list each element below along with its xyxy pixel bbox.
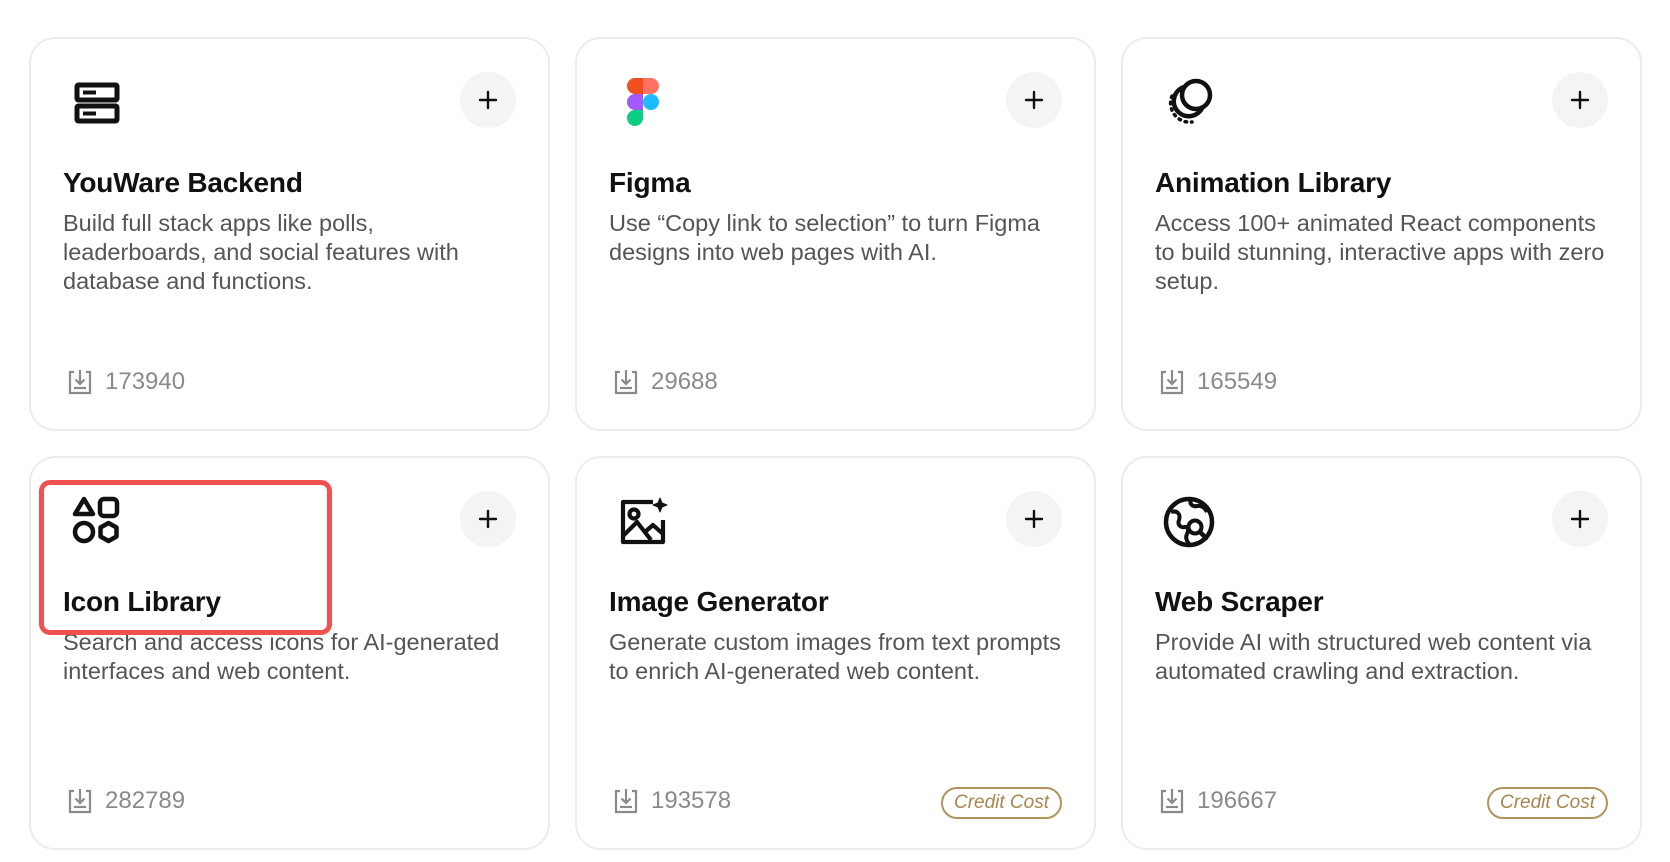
plus-icon <box>478 509 498 529</box>
plus-icon <box>1570 509 1590 529</box>
download-count: 165549 <box>1157 367 1277 397</box>
download-count-value: 29688 <box>651 368 718 395</box>
download-count: 173940 <box>65 367 185 397</box>
card-title: Web Scraper <box>1155 586 1324 617</box>
plus-icon <box>1024 509 1044 529</box>
animation-circles-icon <box>1161 75 1217 131</box>
card-description: Generate custom images from text prompts… <box>609 629 1061 684</box>
add-button[interactable] <box>460 72 516 128</box>
add-button[interactable] <box>1006 491 1062 547</box>
download-icon <box>614 789 638 814</box>
card-title: Icon Library <box>63 586 221 617</box>
card-description: Provide AI with structured web content v… <box>1155 629 1592 684</box>
card-title: YouWare Backend <box>63 167 303 198</box>
credit-cost-badge: Credit Cost <box>1486 787 1608 819</box>
card-description: Access 100+ animated React components to… <box>1155 210 1605 294</box>
download-count-value: 282789 <box>105 787 186 814</box>
card-animation-library[interactable]: Animation Library Access 100+ animated R… <box>1121 37 1642 431</box>
image-sparkle-icon <box>615 494 671 550</box>
download-count: 282789 <box>65 786 185 816</box>
plus-icon <box>478 90 498 110</box>
card-figma[interactable]: Figma Use “Copy link to selection” to tu… <box>575 37 1096 431</box>
add-button[interactable] <box>460 491 516 547</box>
credit-cost-badge: Credit Cost <box>940 787 1062 819</box>
shapes-icon <box>69 494 125 550</box>
card-title: Figma <box>609 167 691 198</box>
card-youware-backend[interactable]: YouWare Backend Build full stack apps li… <box>29 37 550 431</box>
add-button[interactable] <box>1552 72 1608 128</box>
plus-icon <box>1024 90 1044 110</box>
download-count: 196667 <box>1157 786 1277 816</box>
add-button[interactable] <box>1552 491 1608 547</box>
figma-logo-icon <box>615 75 671 131</box>
plus-icon <box>1570 90 1590 110</box>
card-image-generator[interactable]: Image Generator Generate custom images f… <box>575 456 1096 850</box>
globe-search-icon <box>1161 494 1217 550</box>
download-count-value: 173940 <box>105 368 186 395</box>
server-stack-icon <box>69 75 125 131</box>
card-title: Animation Library <box>1155 167 1392 198</box>
plugin-card-grid: YouWare Backend Build full stack apps li… <box>29 37 1642 850</box>
card-web-scraper[interactable]: Web Scraper Provide AI with structured w… <box>1121 456 1642 850</box>
download-icon <box>1160 370 1184 395</box>
card-description: Use “Copy link to selection” to turn Fig… <box>609 210 1040 265</box>
download-icon <box>1160 789 1184 814</box>
download-count-value: 196667 <box>1197 787 1278 814</box>
download-count-value: 165549 <box>1197 368 1278 395</box>
card-description: Build full stack apps like polls, leader… <box>63 210 459 294</box>
card-description: Search and access icons for AI-generated… <box>63 629 500 684</box>
download-icon <box>614 370 638 395</box>
card-icon-library[interactable]: Icon Library Search and access icons for… <box>29 456 550 850</box>
download-count: 193578 <box>611 786 731 816</box>
card-title: Image Generator <box>609 586 829 617</box>
add-button[interactable] <box>1006 72 1062 128</box>
download-count-value: 193578 <box>651 787 732 814</box>
download-icon <box>68 370 92 395</box>
download-count: 29688 <box>611 367 718 397</box>
download-icon <box>68 789 92 814</box>
